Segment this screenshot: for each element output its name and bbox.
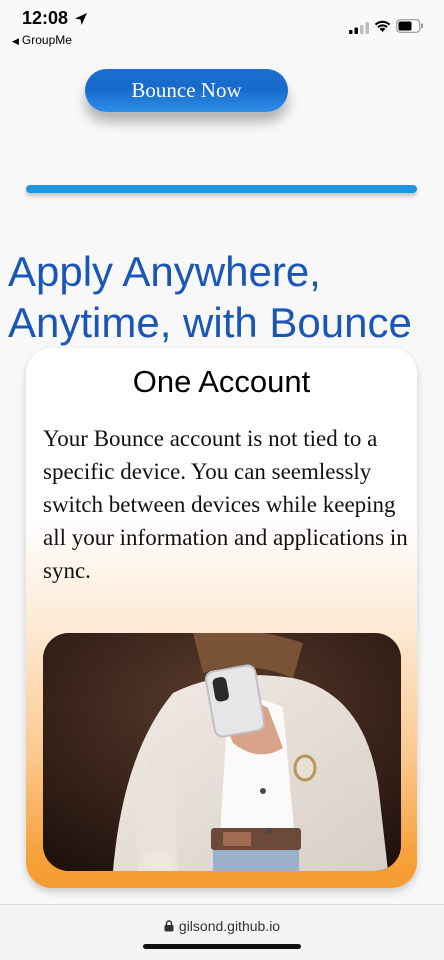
person-holding-phone-image — [43, 633, 401, 871]
feature-card: One Account Your Bounce account is not t… — [26, 348, 417, 888]
status-bar: 12:08 ◀ GroupMe — [0, 0, 444, 52]
status-time: 12:08 — [22, 8, 69, 28]
back-triangle-icon: ◀ — [12, 36, 19, 46]
back-to-app-link[interactable]: ◀ GroupMe — [12, 33, 72, 47]
url-display[interactable]: gilsond.github.io — [0, 918, 444, 934]
home-indicator[interactable] — [143, 944, 301, 949]
section-divider — [26, 185, 417, 193]
web-page: Bounce Now Apply Anywhere, Anytime, with… — [0, 52, 444, 904]
photo-illustration — [43, 633, 401, 871]
signal-icon — [349, 22, 369, 34]
card-body-text: Your Bounce account is not tied to a spe… — [43, 426, 408, 583]
location-arrow-icon — [75, 13, 87, 25]
battery-icon — [396, 19, 423, 33]
url-text: gilsond.github.io — [178, 918, 281, 934]
bounce-now-button[interactable]: Bounce Now — [85, 69, 288, 112]
browser-url-bar[interactable]: gilsond.github.io — [0, 904, 444, 960]
card-title: One Account — [132, 364, 311, 399]
wifi-icon — [374, 20, 391, 32]
back-app-label: GroupMe — [21, 33, 72, 47]
lock-icon — [164, 920, 174, 932]
page-headline: Apply Anywhere, Anytime, with Bounce — [8, 248, 412, 346]
